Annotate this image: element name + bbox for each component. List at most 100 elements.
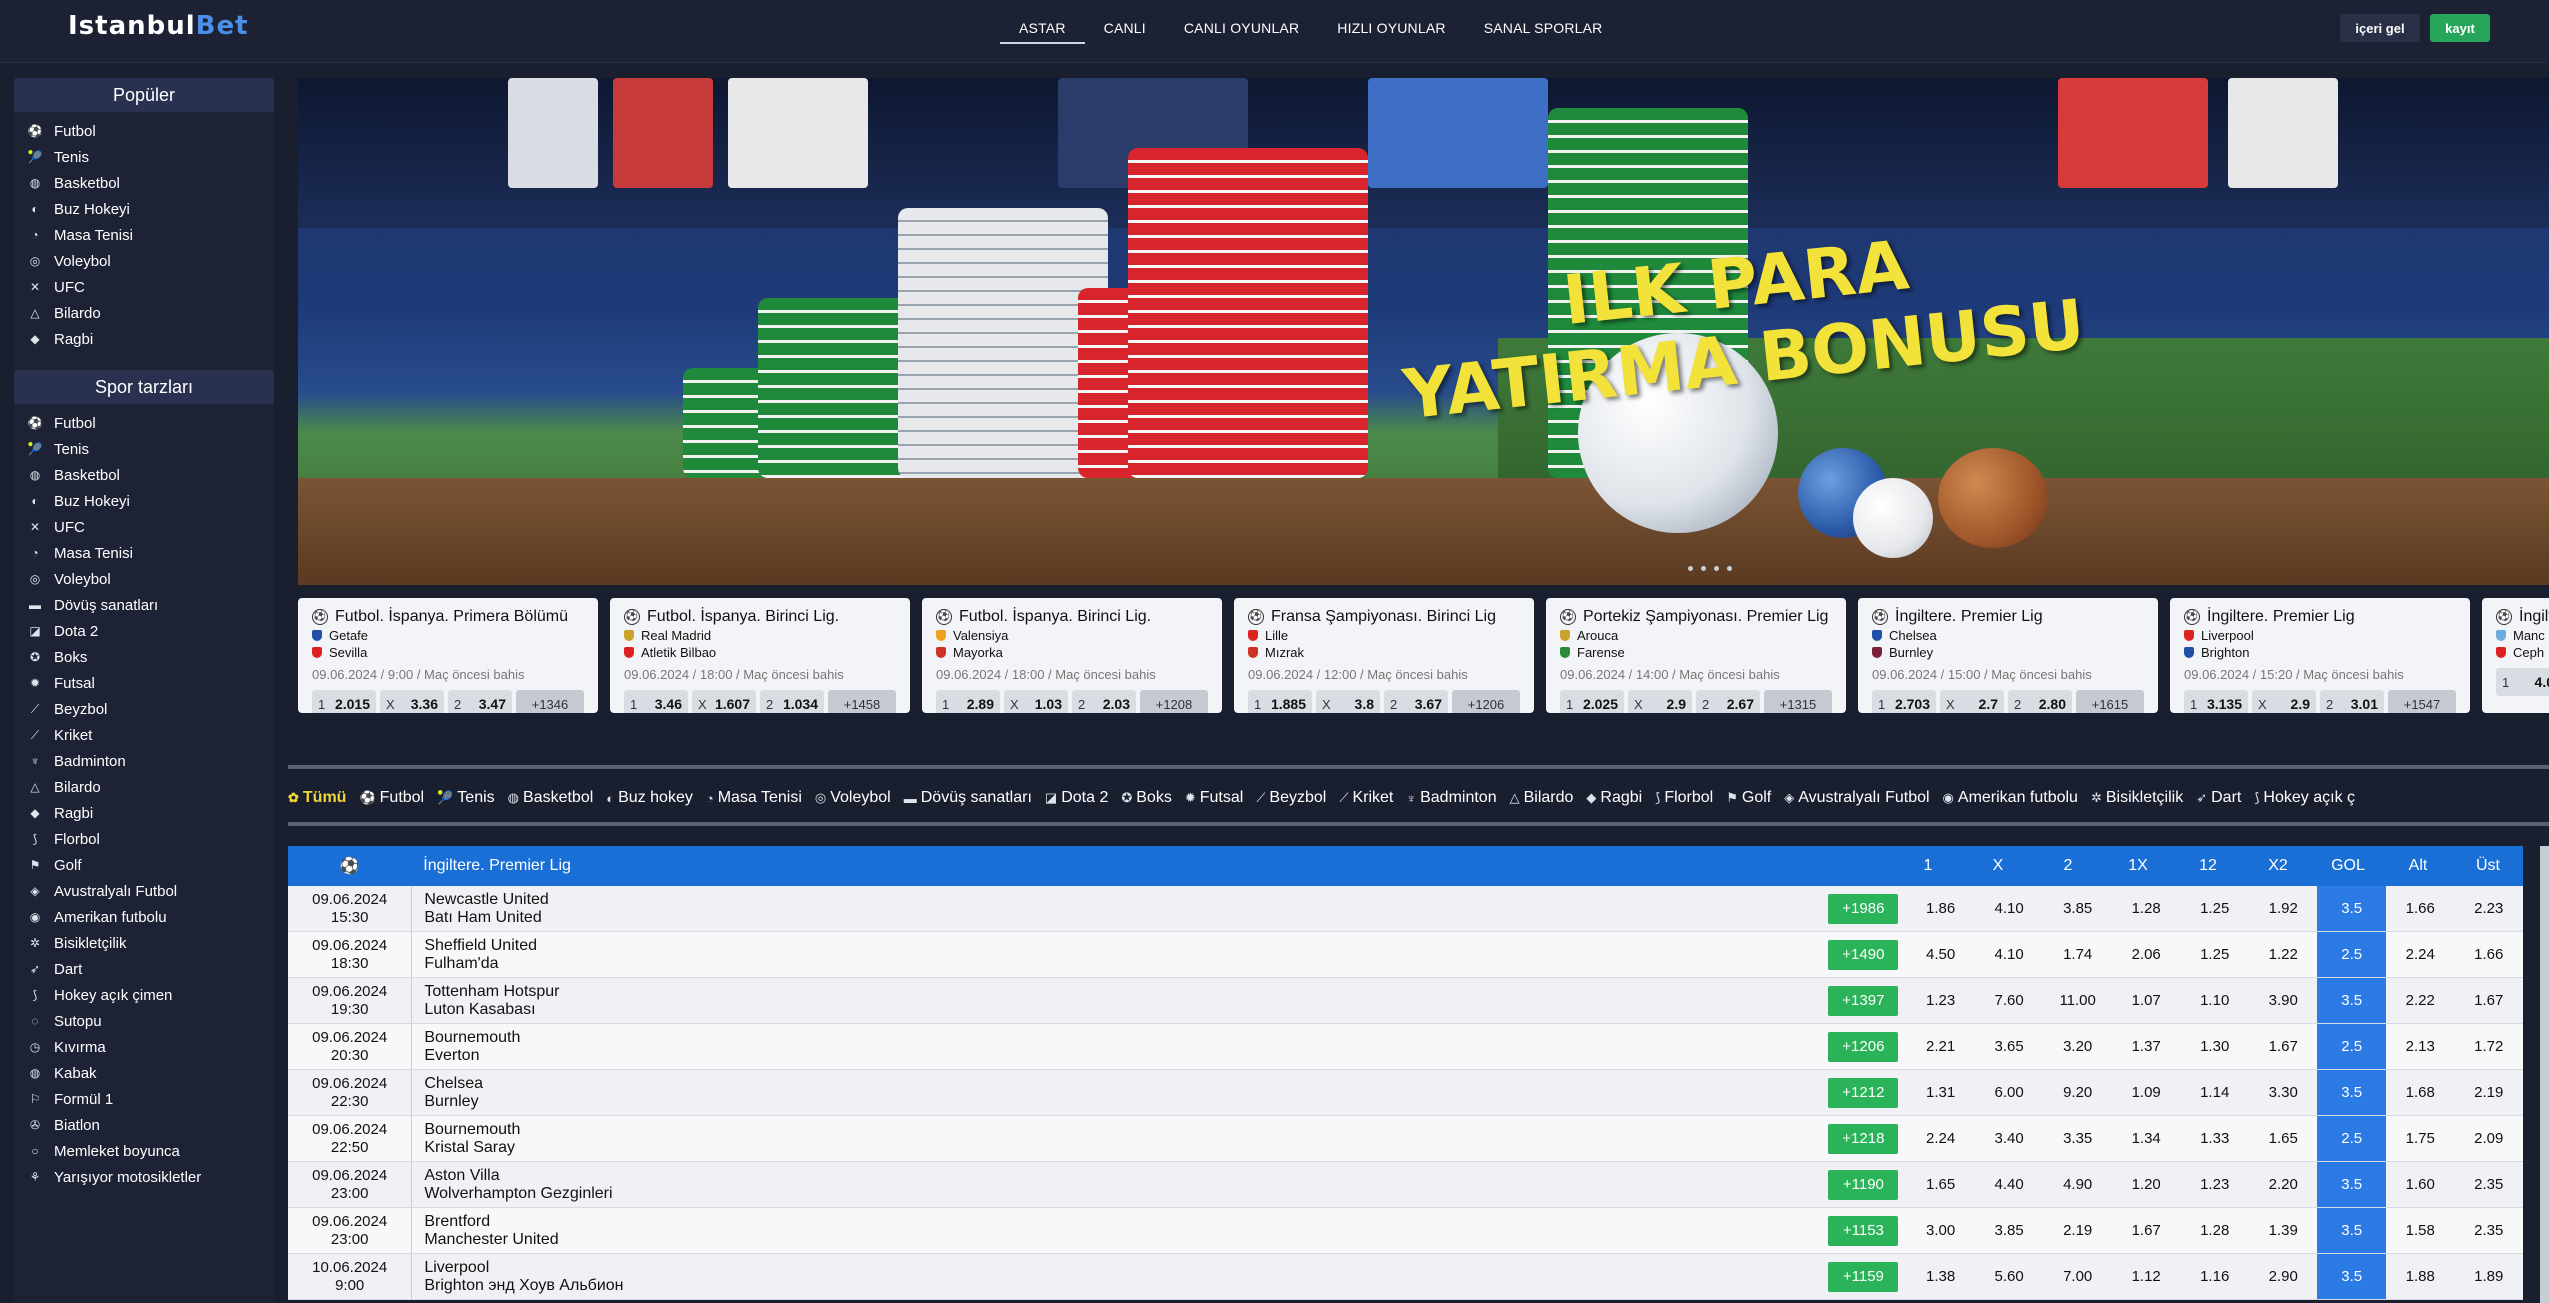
sidebar-item-tenis[interactable]: 🎾 Tenis bbox=[14, 144, 274, 170]
odd-cell[interactable]: 1.60 bbox=[2386, 1162, 2455, 1207]
more-bets-button[interactable]: +1986 bbox=[1828, 893, 1899, 924]
tabs-scrollbar[interactable] bbox=[288, 822, 2549, 826]
match-card[interactable]: ⚽ Futbol. İspanya. Birinci Lig. Real Madr… bbox=[610, 598, 910, 713]
sport-tab-buz-hokey[interactable]: ◐ Buz hokey bbox=[606, 789, 693, 807]
odd-cell[interactable]: 1.33 bbox=[2180, 1116, 2249, 1161]
sidebar-item-voleybol[interactable]: ◎ Voleybol bbox=[14, 566, 274, 592]
odd-cell[interactable]: 3.65 bbox=[1975, 1024, 2044, 1069]
odd-cell[interactable]: 3.40 bbox=[1975, 1116, 2044, 1161]
odd-1-button[interactable]: 1 3.135 bbox=[2184, 690, 2248, 713]
sport-tab-beyzbol[interactable]: ⟋ Beyzbol bbox=[1256, 789, 1326, 807]
more-bets-button[interactable]: +1206 bbox=[1828, 1031, 1899, 1062]
sidebar-item-sutopu[interactable]: ◌ Sutopu bbox=[14, 1008, 274, 1034]
sidebar-item-amerikan-futbolu[interactable]: ◉ Amerikan futbolu bbox=[14, 904, 274, 930]
odd-cell[interactable]: 1.14 bbox=[2180, 1070, 2249, 1115]
more-bets-button[interactable]: +1490 bbox=[1828, 939, 1899, 970]
more-bets-button[interactable]: +1212 bbox=[1828, 1077, 1899, 1108]
sidebar-item-bilardo[interactable]: △ Bilardo bbox=[14, 300, 274, 326]
odd-cell[interactable]: 1.16 bbox=[2180, 1254, 2249, 1299]
odd-cell[interactable]: 2.21 bbox=[1906, 1024, 1975, 1069]
nav-sanal-sporlar[interactable]: SANAL SPORLAR bbox=[1465, 0, 1622, 44]
odd-cell[interactable]: 1.28 bbox=[2112, 886, 2181, 931]
odd-cell[interactable]: 3.5 bbox=[2317, 1254, 2386, 1299]
odd-x-button[interactable]: X 1.607 bbox=[692, 690, 756, 713]
sidebar-item-kıvırma[interactable]: ◷ Kıvırma bbox=[14, 1034, 274, 1060]
sport-tab-ragbi[interactable]: ◆ Ragbi bbox=[1586, 789, 1642, 807]
odd-cell[interactable]: 6.00 bbox=[1975, 1070, 2044, 1115]
sidebar-item-ragbi[interactable]: ◆ Ragbi bbox=[14, 800, 274, 826]
odd-cell[interactable]: 3.5 bbox=[2317, 886, 2386, 931]
nav-canli[interactable]: CANLI bbox=[1085, 0, 1165, 44]
odd-2-button[interactable]: 2 1.034 bbox=[760, 690, 824, 713]
sport-tab-amerikan-futbolu[interactable]: ◉ Amerikan futbolu bbox=[1943, 789, 2078, 807]
odd-cell[interactable]: 1.07 bbox=[2112, 978, 2181, 1023]
odd-cell[interactable]: 1.34 bbox=[2112, 1116, 2181, 1161]
sport-tab-badminton[interactable]: ♆ Badminton bbox=[1406, 789, 1496, 807]
table-row[interactable]: 09.06.2024 23:00 Brentford Manchester Unit… bbox=[288, 1208, 2523, 1254]
sport-tab-tenis[interactable]: 🎾 Tenis bbox=[437, 789, 495, 807]
odd-cell[interactable]: 1.58 bbox=[2386, 1208, 2455, 1253]
sport-tab-boks[interactable]: ✪ Boks bbox=[1121, 789, 1171, 807]
table-row[interactable]: 09.06.2024 22:30 Chelsea Burnley +1212 1.3… bbox=[288, 1070, 2523, 1116]
odd-1-button[interactable]: 1 2.89 bbox=[936, 690, 1000, 713]
odd-cell[interactable]: 1.09 bbox=[2112, 1070, 2181, 1115]
match-teams[interactable]: Brentford Manchester United +1153 bbox=[412, 1213, 1906, 1249]
odd-cell[interactable]: 1.37 bbox=[2112, 1024, 2181, 1069]
sidebar-item-bilardo[interactable]: △ Bilardo bbox=[14, 774, 274, 800]
odd-cell[interactable]: 1.75 bbox=[2386, 1116, 2455, 1161]
sport-tab-bilardo[interactable]: △ Bilardo bbox=[1510, 789, 1574, 807]
odd-cell[interactable]: 2.35 bbox=[2455, 1162, 2524, 1207]
odd-cell[interactable]: 2.13 bbox=[2386, 1024, 2455, 1069]
sidebar-item-ragbi[interactable]: ◆ Ragbi bbox=[14, 326, 274, 352]
more-bets-button[interactable]: +1206 bbox=[1452, 690, 1520, 713]
odd-x-button[interactable]: X 2.9 bbox=[1628, 690, 1692, 713]
sidebar-item-beyzbol[interactable]: ⟋ Beyzbol bbox=[14, 696, 274, 722]
sidebar-item-masa-tenisi[interactable]: ◔ Masa Tenisi bbox=[14, 222, 274, 248]
odd-x-button[interactable]: X 1.03 bbox=[1004, 690, 1068, 713]
sidebar-item-basketbol[interactable]: ◍ Basketbol bbox=[14, 170, 274, 196]
odd-x-button[interactable]: X 2.7 bbox=[1940, 690, 2004, 713]
more-bets-button[interactable]: +1208 bbox=[1140, 690, 1208, 713]
odd-1-button[interactable]: 14.0 bbox=[2496, 668, 2549, 696]
match-teams[interactable]: Newcastle United Batı Ham United +1986 bbox=[412, 891, 1906, 927]
odd-cell[interactable]: 2.23 bbox=[2455, 886, 2524, 931]
sport-tab-voleybol[interactable]: ◎ Voleybol bbox=[815, 789, 891, 807]
match-card[interactable]: ⚽ İngiltere. Premier Lig Liverpool Bright… bbox=[2170, 598, 2470, 713]
match-teams[interactable]: Liverpool Brighton энд Хоув Альбион +1159 bbox=[412, 1259, 1906, 1295]
sport-tab-dota-2[interactable]: ◪ Dota 2 bbox=[1045, 789, 1108, 807]
sidebar-item-basketbol[interactable]: ◍ Basketbol bbox=[14, 462, 274, 488]
odd-cell[interactable]: 1.67 bbox=[2249, 1024, 2318, 1069]
sport-tab-dövüş-sanatları[interactable]: ▬ Dövüş sanatları bbox=[904, 789, 1032, 807]
sport-tab-bisikletçilik[interactable]: ✲ Bisikletçilik bbox=[2091, 789, 2183, 807]
odd-cell[interactable]: 1.12 bbox=[2112, 1254, 2181, 1299]
sidebar-item-ufc[interactable]: ✕ UFC bbox=[14, 274, 274, 300]
more-bets-button[interactable]: +1346 bbox=[516, 690, 584, 713]
odd-cell[interactable]: 1.65 bbox=[2249, 1116, 2318, 1161]
odd-cell[interactable]: 2.20 bbox=[2249, 1162, 2318, 1207]
odd-1-button[interactable]: 1 2.703 bbox=[1872, 690, 1936, 713]
odd-cell[interactable]: 4.40 bbox=[1975, 1162, 2044, 1207]
sidebar-item-buz-hokeyi[interactable]: ◐ Buz Hokeyi bbox=[14, 196, 274, 222]
sidebar-item-kriket[interactable]: ⟋ Kriket bbox=[14, 722, 274, 748]
odd-cell[interactable]: 11.00 bbox=[2043, 978, 2112, 1023]
odd-cell[interactable]: 2.5 bbox=[2317, 932, 2386, 977]
sidebar-item-futbol[interactable]: ⚽ Futbol bbox=[14, 118, 274, 144]
odd-cell[interactable]: 3.5 bbox=[2317, 1208, 2386, 1253]
odd-cell[interactable]: 1.66 bbox=[2455, 932, 2524, 977]
odd-cell[interactable]: 1.92 bbox=[2249, 886, 2318, 931]
odd-cell[interactable]: 1.30 bbox=[2180, 1024, 2249, 1069]
match-teams[interactable]: Tottenham Hotspur Luton Kasabası +1397 bbox=[412, 983, 1906, 1019]
odd-2-button[interactable]: 2 2.67 bbox=[1696, 690, 1760, 713]
match-teams[interactable]: Sheffield United Fulham'da +1490 bbox=[412, 937, 1906, 973]
odd-cell[interactable]: 7.60 bbox=[1975, 978, 2044, 1023]
odd-cell[interactable]: 4.10 bbox=[1975, 932, 2044, 977]
sidebar-item-dota-2[interactable]: ◪ Dota 2 bbox=[14, 618, 274, 644]
odd-cell[interactable]: 3.20 bbox=[2043, 1024, 2112, 1069]
sidebar-item-futsal[interactable]: ✹ Futsal bbox=[14, 670, 274, 696]
more-bets-button[interactable]: +1397 bbox=[1828, 985, 1899, 1016]
odd-cell[interactable]: 1.23 bbox=[1906, 978, 1975, 1023]
odd-cell[interactable]: 1.31 bbox=[1906, 1070, 1975, 1115]
more-bets-button[interactable]: +1153 bbox=[1828, 1215, 1899, 1246]
odd-cell[interactable]: 1.66 bbox=[2386, 886, 2455, 931]
more-bets-button[interactable]: +1218 bbox=[1828, 1123, 1899, 1154]
